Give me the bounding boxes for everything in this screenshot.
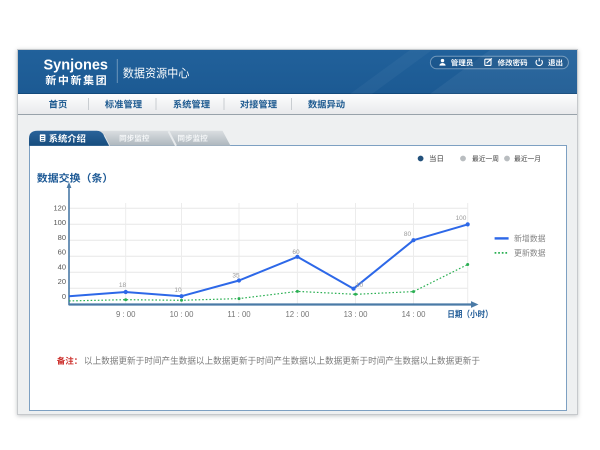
svg-text:10: 10 bbox=[356, 282, 364, 289]
svg-text:60: 60 bbox=[58, 248, 66, 257]
svg-text:120: 120 bbox=[53, 203, 66, 212]
svg-text:18: 18 bbox=[119, 282, 127, 289]
svg-text:14 : 00: 14 : 00 bbox=[402, 310, 427, 319]
svg-text:80: 80 bbox=[58, 233, 66, 242]
svg-text:100: 100 bbox=[456, 215, 467, 222]
svg-text:60: 60 bbox=[292, 249, 300, 256]
svg-text:20: 20 bbox=[58, 277, 66, 286]
svg-text:35: 35 bbox=[232, 272, 240, 279]
svg-text:11 : 00: 11 : 00 bbox=[227, 310, 251, 319]
svg-text:9 : 00: 9 : 00 bbox=[116, 310, 136, 319]
svg-text:13 : 00: 13 : 00 bbox=[344, 310, 369, 319]
svg-text:0: 0 bbox=[62, 292, 66, 301]
svg-text:40: 40 bbox=[58, 263, 66, 272]
svg-text:12 : 00: 12 : 00 bbox=[285, 310, 310, 319]
svg-text:10 : 00: 10 : 00 bbox=[170, 310, 195, 319]
svg-text:10: 10 bbox=[174, 287, 182, 294]
svg-text:Synjones: Synjones bbox=[44, 58, 108, 74]
svg-text:100: 100 bbox=[53, 218, 66, 227]
svg-text:80: 80 bbox=[404, 231, 412, 238]
